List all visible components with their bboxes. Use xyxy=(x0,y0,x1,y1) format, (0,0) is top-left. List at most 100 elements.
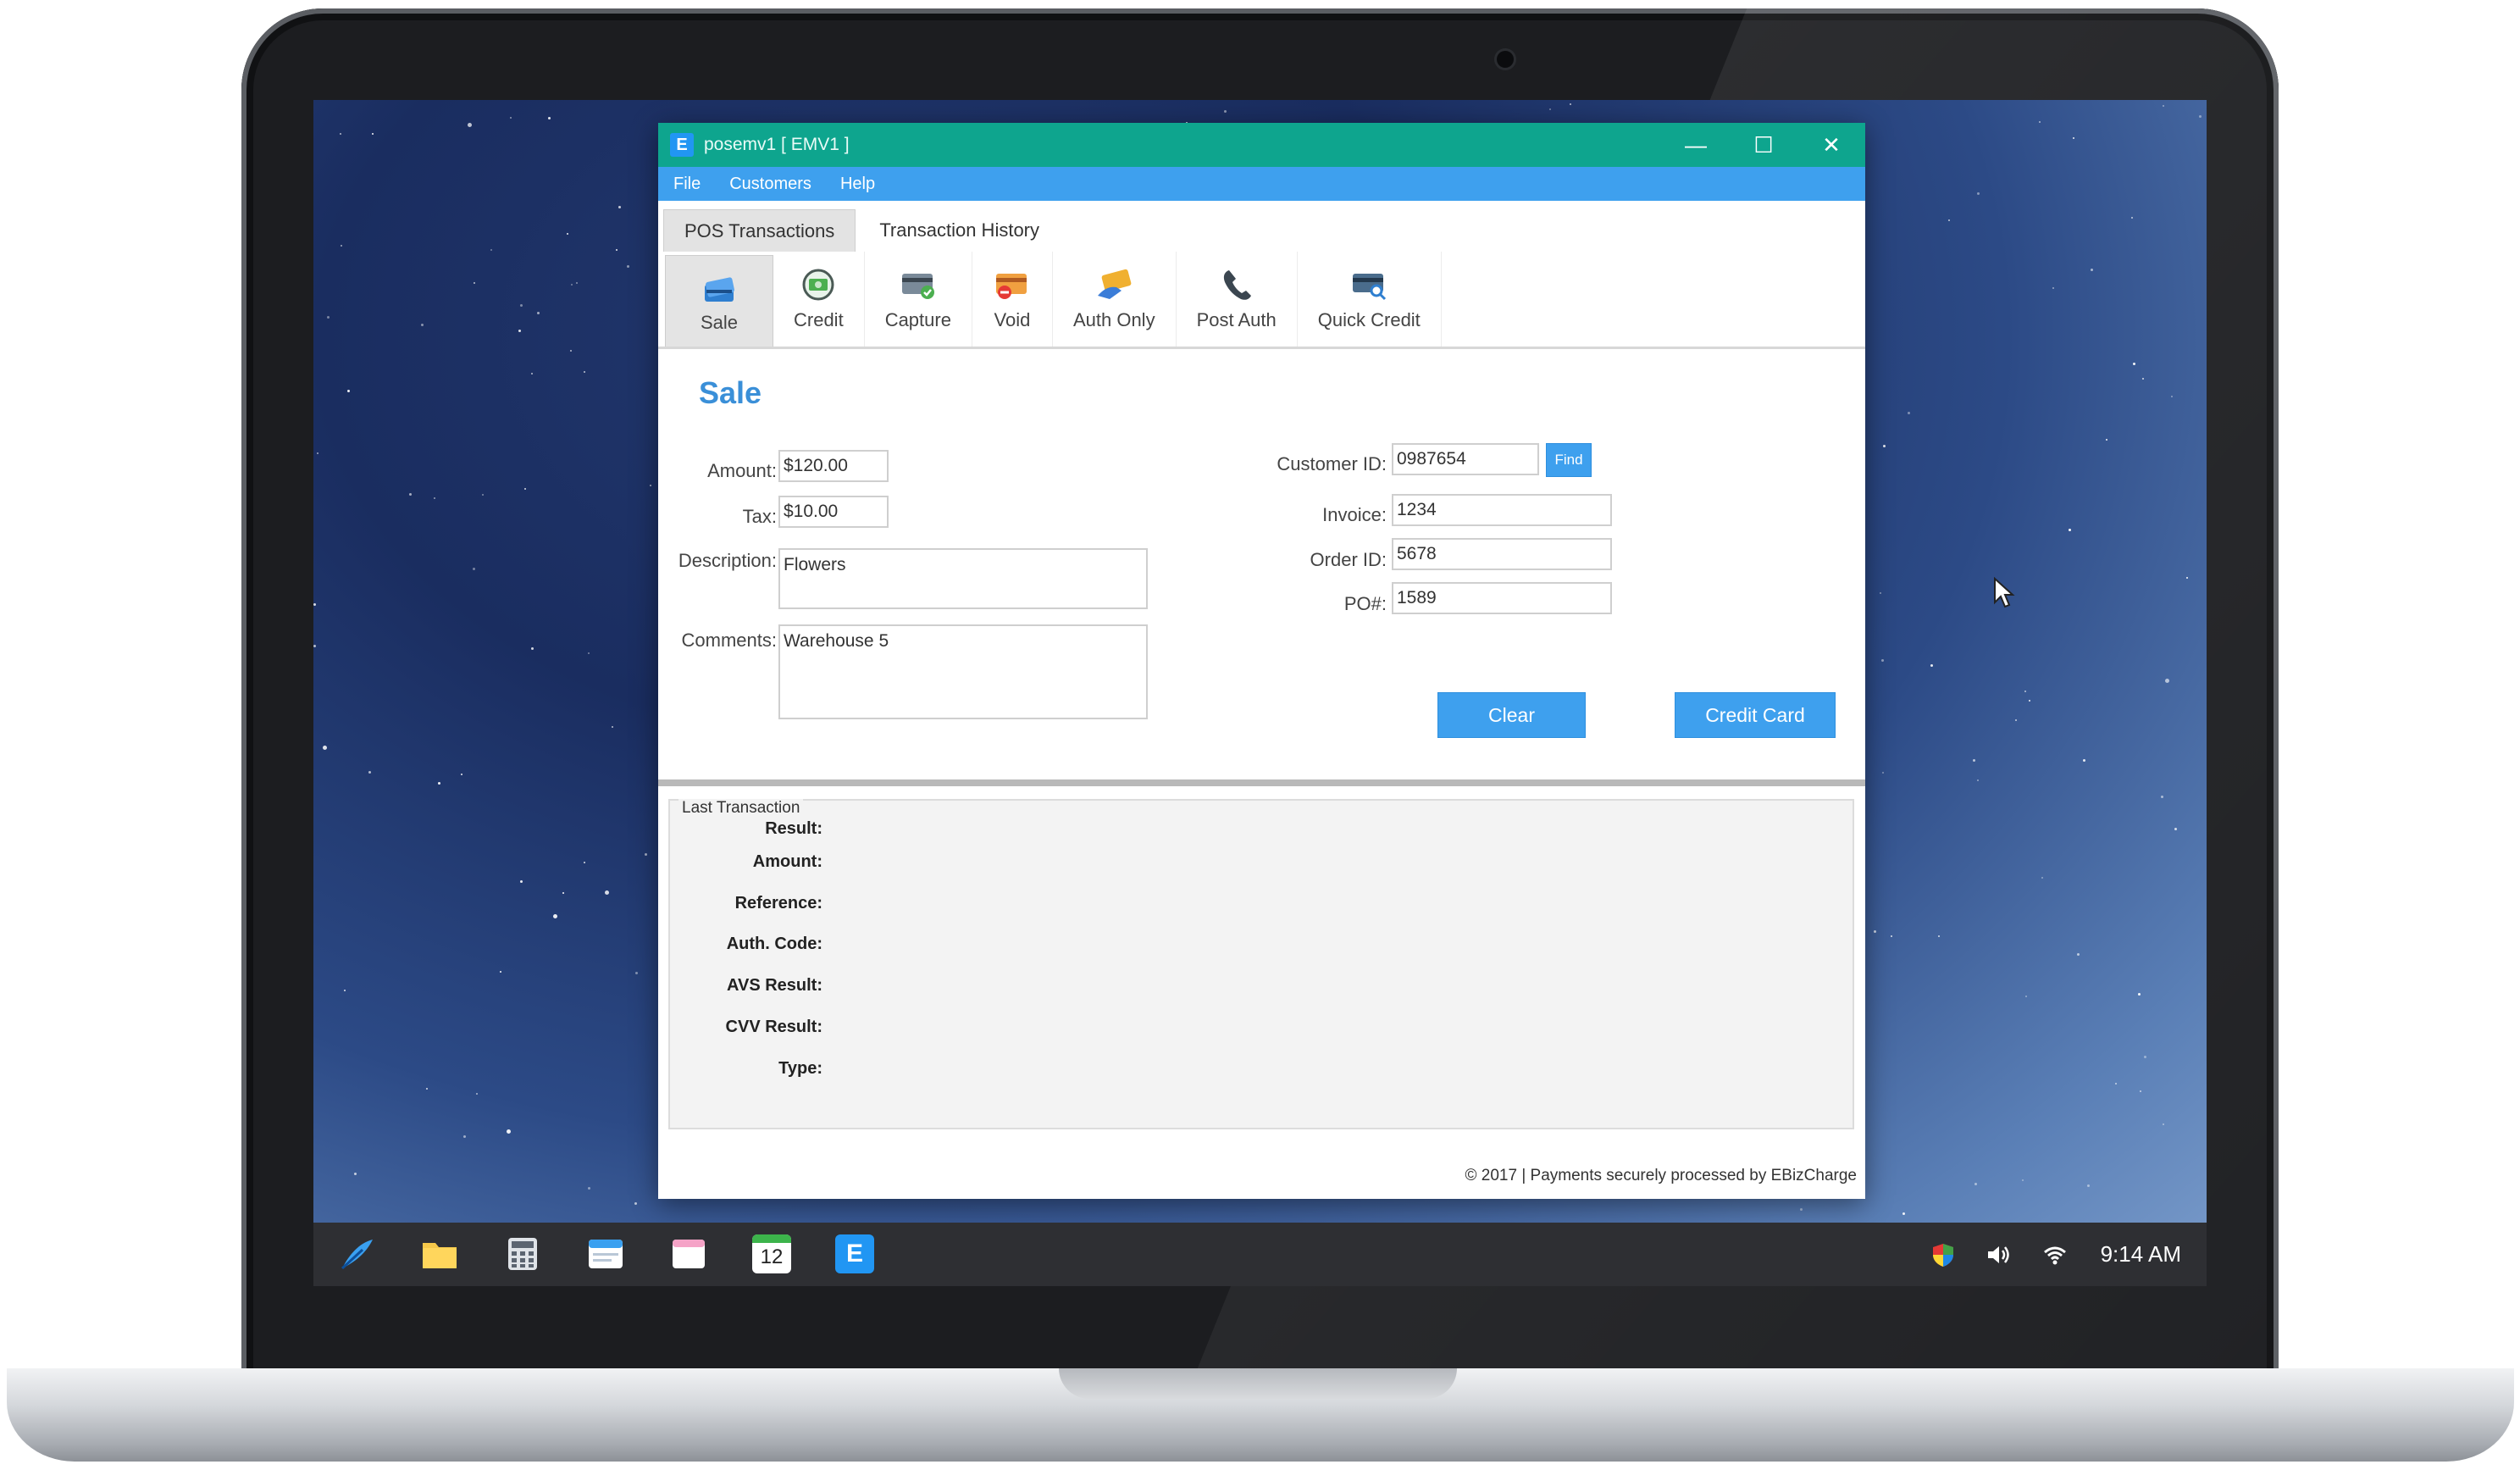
star xyxy=(344,990,346,991)
calculator-icon[interactable] xyxy=(503,1234,542,1273)
comments-label: Comments: xyxy=(681,630,777,651)
result-label: Result: xyxy=(765,819,822,838)
star xyxy=(1880,592,1881,594)
credit-card-button[interactable]: Credit Card xyxy=(1675,692,1836,738)
star xyxy=(2024,691,2026,692)
star xyxy=(2073,137,2074,139)
star xyxy=(1881,659,1884,662)
star xyxy=(537,312,540,314)
star xyxy=(1973,759,1975,762)
star xyxy=(2199,115,2202,118)
app-e-icon: E xyxy=(670,133,694,157)
cvv-result-label: CVV Result: xyxy=(725,1018,822,1036)
card-check-icon xyxy=(901,274,934,299)
card-search-icon xyxy=(1353,274,1387,301)
order-id-field[interactable] xyxy=(1392,538,1612,570)
title-bar[interactable]: E posemv1 [ EMV1 ] — ☐ ✕ xyxy=(658,123,1865,167)
customer-id-label: Customer ID: xyxy=(1277,453,1387,474)
star xyxy=(531,647,534,650)
star xyxy=(2165,679,2169,683)
tool-void[interactable]: Void xyxy=(972,252,1053,347)
notes-icon[interactable] xyxy=(669,1234,708,1273)
maximize-button[interactable]: ☐ xyxy=(1730,123,1797,167)
tool-post-auth[interactable]: Post Auth xyxy=(1177,252,1298,347)
po-field[interactable] xyxy=(1392,582,1612,614)
app-e-taskbar-icon[interactable]: E xyxy=(835,1234,874,1273)
star xyxy=(605,890,609,895)
calendar-icon[interactable]: 12 xyxy=(752,1234,791,1273)
star xyxy=(2069,529,2071,531)
menu-customers[interactable]: Customers xyxy=(729,175,811,194)
amount-result-label: Amount: xyxy=(752,852,822,871)
star xyxy=(635,972,638,974)
star xyxy=(490,249,492,251)
star xyxy=(2163,105,2164,107)
minimize-button[interactable]: — xyxy=(1662,123,1730,167)
type-label: Type: xyxy=(778,1059,822,1078)
cash-credit-icon xyxy=(802,269,834,301)
customer-id-field[interactable] xyxy=(1392,443,1539,475)
star xyxy=(2163,1123,2164,1125)
section-divider xyxy=(658,779,1865,786)
star xyxy=(474,282,475,284)
menu-bar: File Customers Help xyxy=(658,167,1865,201)
tool-sale[interactable]: Sale xyxy=(665,255,773,347)
star xyxy=(2087,1184,2090,1187)
amount-field[interactable] xyxy=(778,450,889,482)
tool-quick-credit[interactable]: Quick Credit xyxy=(1298,252,1442,347)
star xyxy=(1908,412,1910,414)
star xyxy=(584,862,585,863)
folder-icon[interactable] xyxy=(420,1234,459,1273)
star xyxy=(584,371,585,373)
invoice-field[interactable] xyxy=(1392,494,1612,526)
feather-icon[interactable] xyxy=(337,1234,376,1273)
star xyxy=(2041,877,2043,879)
tool-label: Quick Credit xyxy=(1317,309,1421,330)
star xyxy=(571,284,573,286)
star xyxy=(468,123,472,127)
last-transaction-panel: Last Transaction Result: Amount: Referen… xyxy=(668,799,1854,1129)
volume-icon[interactable] xyxy=(1986,1241,2013,1268)
close-button[interactable]: ✕ xyxy=(1797,123,1865,167)
browser-icon[interactable] xyxy=(586,1234,625,1273)
star xyxy=(2131,217,2133,219)
star xyxy=(2140,1090,2141,1092)
star xyxy=(562,892,564,894)
shield-icon[interactable] xyxy=(1930,1241,1957,1268)
star xyxy=(618,206,621,208)
star xyxy=(570,350,572,352)
transaction-toolbar: Sale Credit Capture Void Auth Only Post … xyxy=(658,252,1865,349)
star xyxy=(426,1088,428,1090)
tab-pos-transactions[interactable]: POS Transactions xyxy=(663,209,856,252)
tool-capture[interactable]: Capture xyxy=(865,252,972,347)
tool-credit[interactable]: Credit xyxy=(773,252,865,347)
star xyxy=(616,249,618,251)
star xyxy=(482,494,484,496)
wifi-icon[interactable] xyxy=(2041,1241,2069,1268)
comments-field[interactable]: Warehouse 5 xyxy=(778,624,1148,719)
star xyxy=(434,497,435,499)
menu-help[interactable]: Help xyxy=(840,175,875,194)
star xyxy=(2186,577,2188,579)
star xyxy=(524,488,526,490)
star xyxy=(2115,1083,2117,1084)
app-window: E posemv1 [ EMV1 ] — ☐ ✕ File Customers … xyxy=(658,123,1865,1199)
clock[interactable]: 9:14 AM xyxy=(2101,1241,2181,1268)
amount-label: Amount: xyxy=(707,460,777,481)
star xyxy=(1977,779,1979,781)
description-field[interactable]: Flowers xyxy=(778,548,1148,609)
tax-field[interactable] xyxy=(778,496,889,528)
menu-file[interactable]: File xyxy=(673,175,701,194)
card-swipe-icon xyxy=(1098,269,1132,299)
find-button[interactable]: Find xyxy=(1546,443,1592,477)
star xyxy=(313,603,316,606)
star xyxy=(2144,1056,2146,1058)
camera xyxy=(1497,51,1514,68)
star xyxy=(323,746,327,750)
tool-auth-only[interactable]: Auth Only xyxy=(1053,252,1177,347)
tab-transaction-history[interactable]: Transaction History xyxy=(859,209,1060,252)
description-label: Description: xyxy=(678,550,777,571)
star xyxy=(2138,993,2141,996)
clear-button[interactable]: Clear xyxy=(1437,692,1586,738)
star xyxy=(2133,363,2135,365)
